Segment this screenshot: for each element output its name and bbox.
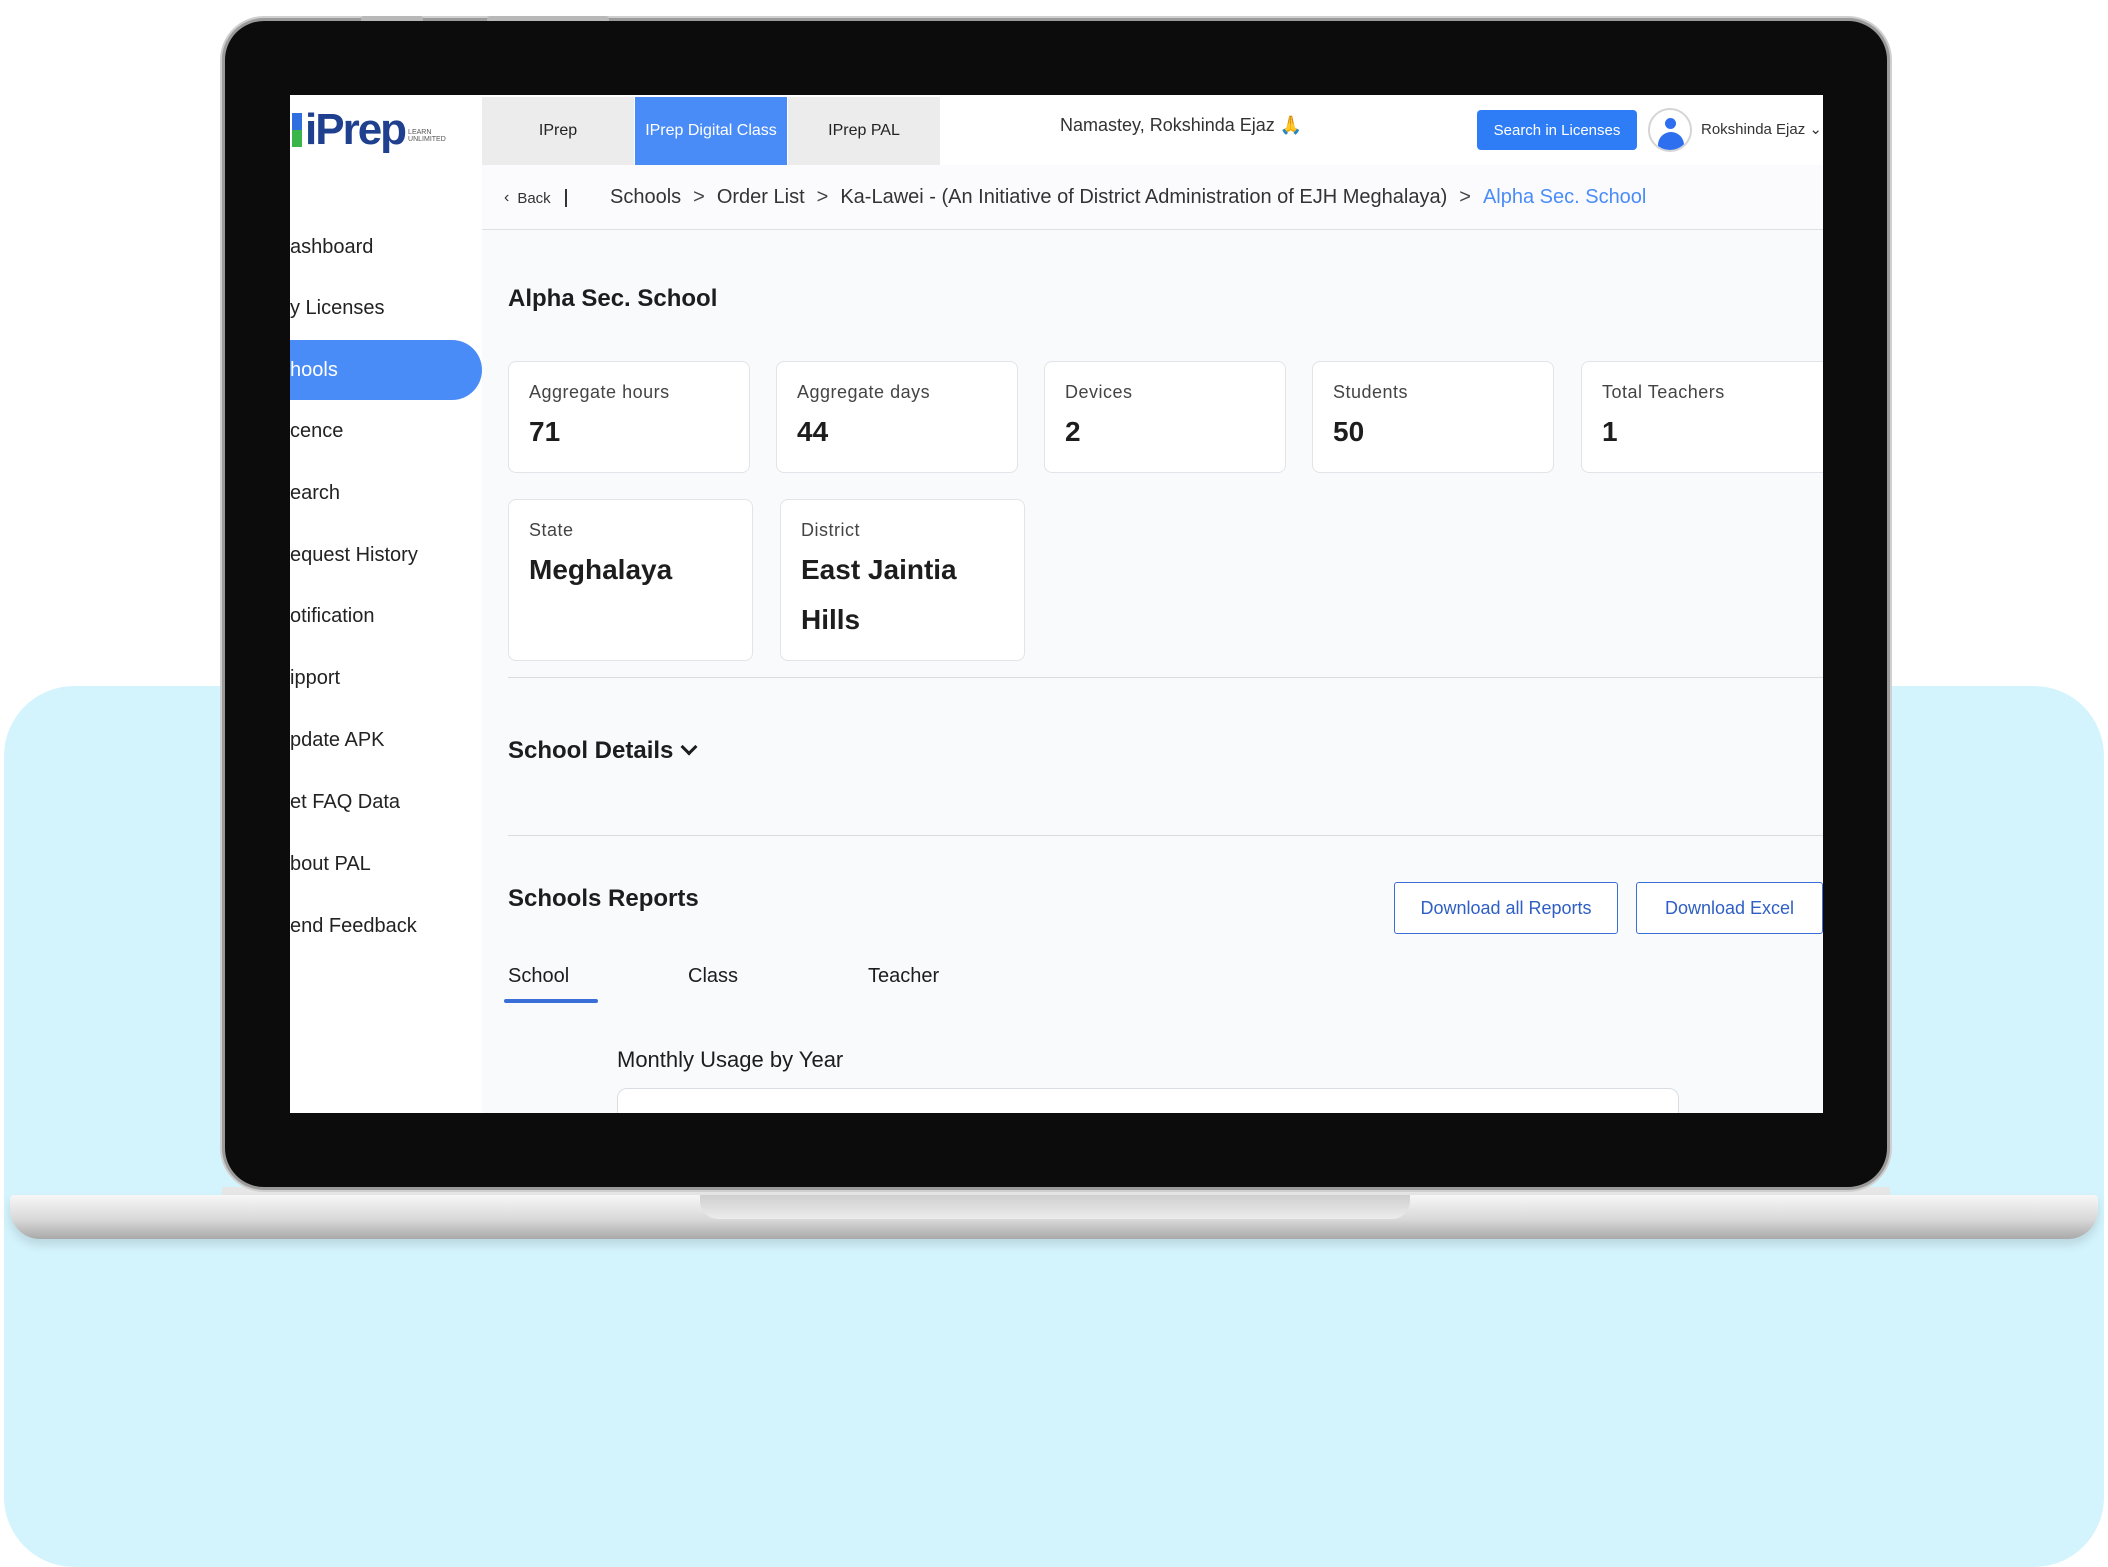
tab-iprep[interactable]: IPrep (482, 97, 634, 165)
report-tab-school[interactable]: School (508, 965, 569, 988)
stat-label: Aggregate days (797, 382, 931, 402)
breadcrumb-separator: > (693, 186, 705, 208)
app-screen: iPrep LEARN UNLIMITED IPrep IPrep Digita… (290, 95, 1823, 1113)
breadcrumb-separator: > (1459, 186, 1471, 208)
back-label: Back (517, 189, 551, 207)
school-details-toggle[interactable]: School Details (508, 737, 698, 765)
breadcrumb-divider (564, 189, 567, 207)
report-tab-teacher[interactable]: Teacher (868, 965, 939, 988)
page-title: Alpha Sec. School (508, 285, 718, 312)
sidebar-item-label: ipport (290, 666, 341, 689)
report-tab-class[interactable]: Class (688, 965, 738, 988)
monthly-usage-title: Monthly Usage by Year (617, 1047, 844, 1072)
sidebar-item-label: earch (290, 481, 341, 504)
download-excel-button[interactable]: Download Excel (1636, 882, 1823, 934)
schools-reports-label: Schools Reports (508, 885, 699, 912)
stat-label: Total Teachers (1602, 382, 1725, 402)
sidebar-item-search[interactable]: earch (290, 463, 482, 523)
sidebar-item-about-pal[interactable]: bout PAL (290, 834, 482, 894)
sidebar-item-schools[interactable]: hools (290, 340, 482, 400)
sidebar-item-send-feedback[interactable]: end Feedback (290, 896, 482, 956)
download-all-reports-button[interactable]: Download all Reports (1394, 882, 1618, 934)
schools-reports-title: Schools Reports (508, 885, 699, 913)
sidebar-item-label: end Feedback (290, 914, 417, 937)
breadcrumb-organization[interactable]: Ka-Lawei - (An Initiative of District Ad… (840, 186, 1447, 209)
lid-notch (361, 16, 423, 21)
stat-card-aggregate-days: Aggregate days 44 (776, 361, 1018, 473)
laptop-base-notch (700, 1195, 1410, 1219)
stat-value: 50 (1333, 416, 1365, 447)
sidebar-item-dashboard[interactable]: ashboard (290, 217, 482, 277)
stat-value: 44 (797, 416, 829, 447)
sidebar: ashboard y Licenses hools cence earch eq… (290, 165, 482, 1113)
sidebar-item-licence[interactable]: cence (290, 401, 482, 461)
sidebar-item-label: otification (290, 604, 375, 627)
stat-value: 1 (1602, 416, 1618, 447)
location-value: East Jaintia Hills (801, 554, 957, 635)
stat-card-total-teachers: Total Teachers 1 (1581, 361, 1823, 473)
sidebar-item-label: cence (290, 419, 344, 442)
sidebar-item-faq-data[interactable]: et FAQ Data (290, 772, 482, 832)
top-bar: iPrep LEARN UNLIMITED IPrep IPrep Digita… (290, 95, 1823, 165)
back-button[interactable]: ‹ Back (504, 189, 567, 207)
sidebar-item-licenses[interactable]: y Licenses (290, 278, 482, 338)
tab-iprep-pal[interactable]: IPrep PAL (788, 97, 940, 165)
sidebar-item-label: bout PAL (290, 852, 371, 875)
breadcrumb-current: Alpha Sec. School (1482, 186, 1647, 208)
breadcrumb: ‹ Back Schools > Order List > Ka-Lawei -… (482, 165, 1823, 230)
location-label: District (801, 520, 860, 540)
tab-label: IPrep PAL (828, 122, 900, 139)
active-tab-indicator (504, 999, 598, 1003)
stat-value: 71 (529, 416, 561, 447)
logo-tagline: LEARN UNLIMITED (408, 129, 446, 143)
main-content: ‹ Back Schools > Order List > Ka-Lawei -… (482, 165, 1823, 1113)
tab-iprep-digital-class[interactable]: IPrep Digital Class (635, 97, 787, 165)
avatar-icon[interactable] (1648, 108, 1692, 152)
greeting-text: Namastey, Rokshinda Ejaz 🙏 (1060, 115, 1303, 135)
sidebar-item-request-history[interactable]: equest History (290, 525, 482, 585)
user-menu[interactable]: Rokshinda Ejaz ⌄ (1701, 120, 1822, 138)
breadcrumb-order-list[interactable]: Order List (717, 186, 805, 209)
avatar-head (1665, 118, 1676, 129)
monthly-usage-chart (617, 1088, 1679, 1113)
stat-label: Aggregate hours (529, 382, 670, 402)
sidebar-item-notification[interactable]: otification (290, 586, 482, 646)
search-in-licenses-button[interactable]: Search in Licenses (1477, 110, 1637, 150)
tab-label: IPrep Digital Class (645, 122, 777, 139)
school-details-label: School Details (508, 737, 674, 764)
location-value: Meghalaya (529, 554, 673, 585)
sidebar-item-label: ashboard (290, 235, 374, 258)
breadcrumb-schools[interactable]: Schools (610, 186, 681, 209)
lid-notch (487, 16, 609, 21)
avatar-body (1658, 132, 1684, 150)
location-label: State (529, 520, 574, 540)
logo-text: iPrep (305, 105, 407, 154)
logo-mark-icon (292, 113, 302, 147)
tab-label: IPrep (538, 122, 578, 139)
stat-card-aggregate-hours: Aggregate hours 71 (508, 361, 750, 473)
stat-card-students: Students 50 (1312, 361, 1554, 473)
stat-card-devices: Devices 2 (1044, 361, 1286, 473)
stat-label: Devices (1065, 382, 1133, 402)
section-divider (508, 677, 1823, 678)
sidebar-item-label: et FAQ Data (290, 790, 401, 813)
location-card-district: District East Jaintia Hills (780, 499, 1025, 661)
chevron-down-icon (680, 738, 698, 756)
section-divider (508, 835, 1823, 836)
chevron-left-icon: ‹ (504, 189, 510, 206)
sidebar-item-label: pdate APK (290, 728, 385, 751)
sidebar-item-label: y Licenses (290, 296, 385, 319)
sidebar-item-label: hools (290, 358, 338, 381)
sidebar-item-label: equest History (290, 543, 418, 566)
breadcrumb-separator: > (816, 186, 829, 208)
logo[interactable]: iPrep LEARN UNLIMITED (292, 105, 452, 155)
sidebar-item-support[interactable]: ipport (290, 648, 482, 708)
stat-label: Students (1333, 382, 1409, 402)
stat-value: 2 (1065, 416, 1081, 447)
sidebar-item-update-apk[interactable]: pdate APK (290, 710, 482, 770)
location-card-state: State Meghalaya (508, 499, 753, 661)
breadcrumb-trail: Schools > Order List > Ka-Lawei - (An In… (610, 186, 1646, 209)
